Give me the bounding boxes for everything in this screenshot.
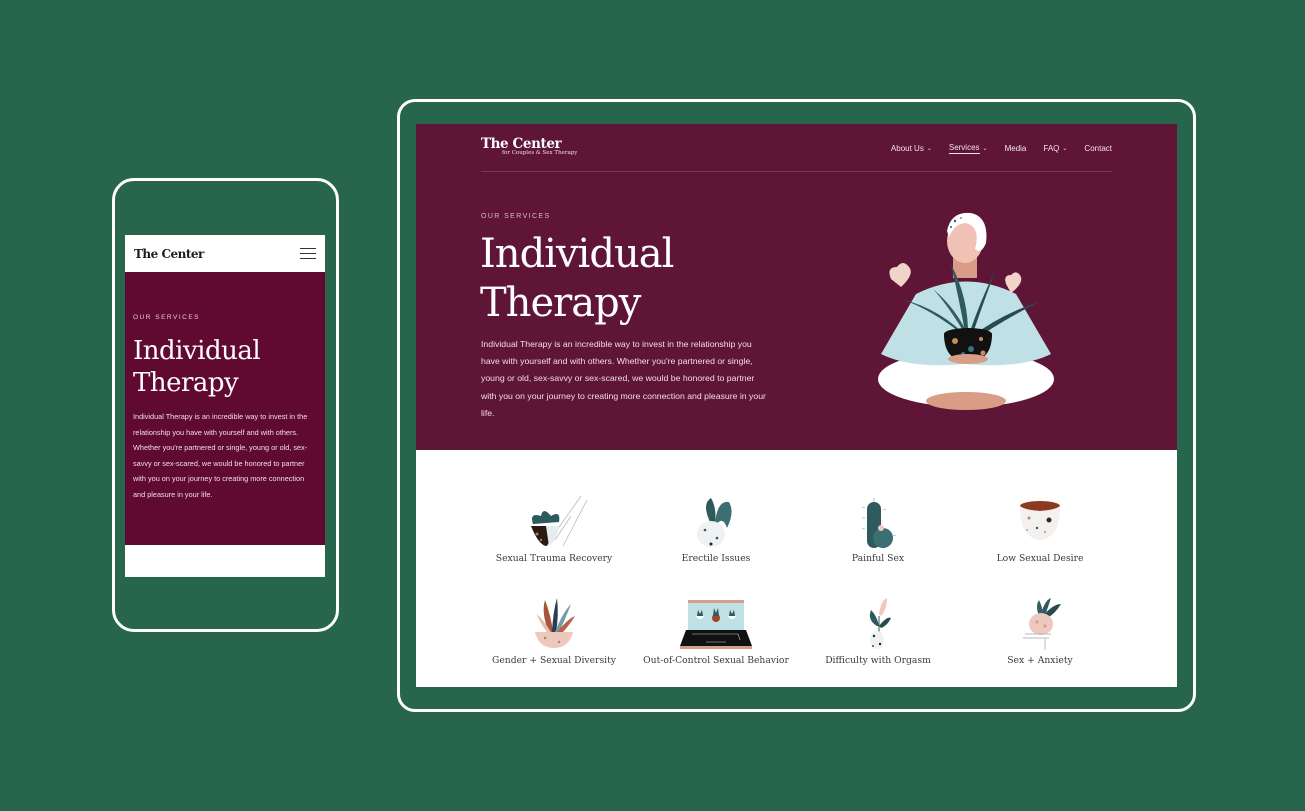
flower-bud-icon [869, 598, 891, 649]
service-sexual-trauma-recovery[interactable]: Sexual Trauma Recovery [479, 494, 629, 565]
service-label: Gender + Sexual Diversity [492, 655, 616, 666]
tablet-screen: The Center for Couples & Sex Therapy Abo… [416, 124, 1177, 687]
service-painful-sex[interactable]: Painful Sex [803, 494, 953, 565]
service-label: Low Sexual Desire [996, 553, 1084, 564]
person-holding-plant-illustration [878, 212, 1054, 410]
hamburger-icon[interactable] [300, 248, 316, 259]
mobile-logo[interactable]: The Center [134, 247, 204, 261]
broken-pot-plant-icon [531, 495, 588, 547]
nav-label: About Us [890, 144, 924, 153]
title-line2: Therapy [480, 280, 641, 326]
mobile-header: The Center [125, 235, 325, 272]
nav-item-media[interactable]: Media [1005, 143, 1027, 154]
service-label: Painful Sex [851, 553, 905, 564]
intro-text: Individual Therapy is an incredible way … [481, 339, 766, 418]
site-logo[interactable]: The Center for Couples & Sex Therapy [481, 136, 577, 156]
service-out-of-control-sexual-behavior[interactable]: Out-of-Control Sexual Behavior [641, 596, 791, 667]
service-label: Sex + Anxiety [1007, 655, 1073, 666]
nav-label: Contact [1084, 144, 1112, 153]
nav-menu: About Us ⌄ Services ⌄ Media FAQ ⌄ Contac… [874, 143, 1112, 154]
service-erectile-issues[interactable]: Erectile Issues [641, 494, 791, 565]
nav-item-about-us[interactable]: About Us ⌄ [891, 143, 932, 154]
nav-label: Services [948, 143, 980, 154]
phone-screen: The Center OUR SERVICES Individual Thera… [125, 235, 325, 577]
page-title: Individual Therapy [480, 230, 674, 328]
service-sex-anxiety[interactable]: Sex + Anxiety [965, 596, 1115, 667]
chevron-down-icon: ⌄ [982, 146, 988, 152]
mobile-page-title: Individual Therapy [133, 335, 317, 399]
services-grid: Sexual Trauma Recovery Erectile Issues P… [416, 450, 1177, 687]
cactus-icon [861, 498, 897, 548]
mobile-title-line2: Therapy [133, 368, 239, 398]
nav-label: FAQ [1043, 144, 1060, 153]
service-label: Out-of-Control Sexual Behavior [643, 655, 789, 666]
nav-item-faq[interactable]: FAQ ⌄ [1043, 143, 1067, 154]
multicolor-leaves-icon [535, 598, 575, 648]
desktop-hero: The Center for Couples & Sex Therapy Abo… [416, 124, 1177, 450]
nav-item-contact[interactable]: Contact [1084, 143, 1112, 154]
eyebrow-label: OUR SERVICES [481, 213, 551, 220]
drooping-plant-icon [697, 498, 732, 547]
laptop-plants-icon [680, 600, 752, 649]
main-nav: The Center for Couples & Sex Therapy Abo… [481, 136, 1112, 172]
title-line1: Individual [480, 231, 674, 277]
mobile-hero: OUR SERVICES Individual Therapy Individu… [125, 272, 325, 545]
chevron-down-icon: ⌄ [926, 146, 932, 152]
nav-item-services[interactable]: Services ⌄ [948, 143, 988, 154]
chevron-down-icon: ⌄ [1062, 146, 1068, 152]
service-label: Difficulty with Orgasm [825, 655, 931, 666]
mobile-title-line1: Individual [133, 336, 261, 366]
mobile-eyebrow: OUR SERVICES [133, 314, 201, 321]
service-gender-sexual-diversity[interactable]: Gender + Sexual Diversity [479, 596, 629, 667]
pot-on-ledge-icon [1023, 598, 1061, 650]
service-label: Sexual Trauma Recovery [495, 553, 613, 564]
mobile-intro-text: Individual Therapy is an incredible way … [133, 412, 308, 499]
logo-tagline: for Couples & Sex Therapy [502, 150, 578, 156]
service-label: Erectile Issues [681, 553, 751, 564]
service-low-sexual-desire[interactable]: Low Sexual Desire [965, 494, 1115, 565]
nav-label: Media [1004, 144, 1027, 153]
service-difficulty-with-orgasm[interactable]: Difficulty with Orgasm [803, 596, 953, 667]
empty-pot-icon [1020, 501, 1060, 540]
